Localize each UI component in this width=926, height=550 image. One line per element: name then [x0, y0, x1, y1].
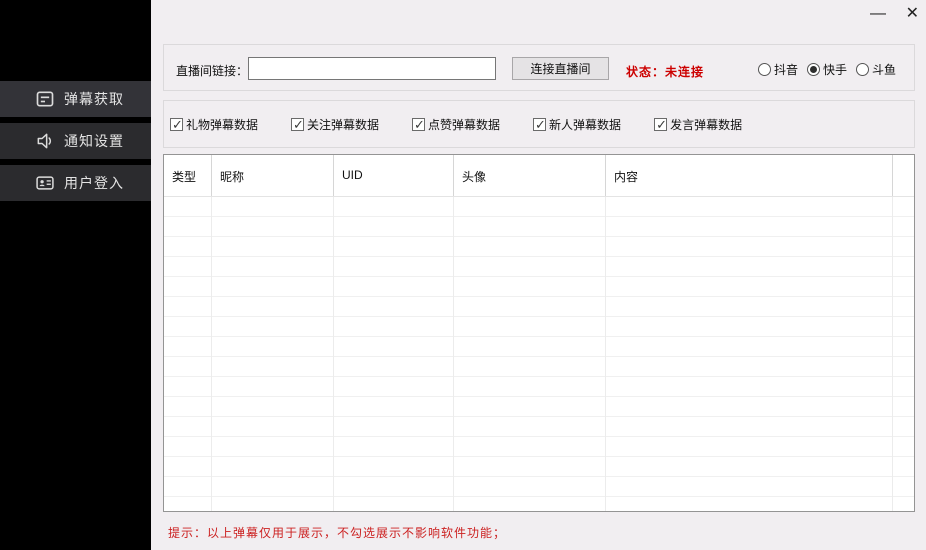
table-row	[164, 417, 914, 437]
table-row	[164, 237, 914, 257]
room-link-input[interactable]	[248, 57, 496, 80]
id-card-icon	[35, 173, 55, 193]
table-row	[164, 397, 914, 417]
close-button[interactable]: ✕	[906, 6, 919, 22]
filter-label: 新人弹幕数据	[549, 116, 621, 133]
speaker-icon	[35, 131, 55, 151]
column-divider	[892, 197, 893, 511]
platform-option-kuaishou[interactable]: 快手	[807, 61, 847, 78]
filter-label: 点赞弹幕数据	[428, 116, 500, 133]
sidebar-item-label: 弹幕获取	[64, 89, 124, 109]
sidebar-item-danmaku-capture[interactable]: 弹幕获取	[0, 81, 151, 117]
column-divider	[605, 197, 606, 511]
hint-text: 提示：以上弹幕仅用于展示，不勾选展示不影响软件功能；	[168, 524, 506, 541]
table-row	[164, 257, 914, 277]
column-header-filler	[893, 155, 914, 196]
column-divider	[333, 197, 334, 511]
platform-label: 抖音	[774, 61, 798, 78]
table-row	[164, 297, 914, 317]
sidebar-item-user-login[interactable]: 用户登入	[0, 165, 151, 201]
danmaku-table: 类型 昵称 UID 头像 内容	[163, 154, 915, 512]
radio-icon	[856, 63, 869, 76]
table-row	[164, 377, 914, 397]
checkbox-icon	[291, 118, 304, 131]
table-row	[164, 337, 914, 357]
column-header-uid[interactable]: UID	[334, 155, 454, 196]
column-divider	[211, 197, 212, 511]
table-row	[164, 497, 914, 511]
table-row	[164, 197, 914, 217]
filter-label: 发言弹幕数据	[670, 116, 742, 133]
main-area: — ✕ 直播间链接： 连接直播间 状态：未连接 抖音 快手 斗鱼	[151, 0, 926, 550]
connection-panel: 直播间链接： 连接直播间 状态：未连接 抖音 快手 斗鱼	[163, 44, 915, 91]
filter-option-newcomer[interactable]: 新人弹幕数据	[533, 116, 621, 133]
table-header-row: 类型 昵称 UID 头像 内容	[164, 155, 914, 197]
table-row	[164, 477, 914, 497]
filter-option-chat[interactable]: 发言弹幕数据	[654, 116, 742, 133]
connect-room-button[interactable]: 连接直播间	[512, 57, 609, 80]
sidebar-item-notification-settings[interactable]: 通知设置	[0, 123, 151, 159]
checkbox-icon	[412, 118, 425, 131]
connection-status: 状态：未连接	[626, 63, 704, 80]
filter-label: 关注弹幕数据	[307, 116, 379, 133]
room-link-label: 直播间链接：	[176, 62, 248, 79]
table-row	[164, 437, 914, 457]
filter-option-gift[interactable]: 礼物弹幕数据	[170, 116, 258, 133]
minimize-button[interactable]: —	[870, 6, 886, 22]
platform-radio-group: 抖音 快手 斗鱼	[758, 61, 896, 78]
app-window: 弹幕获取 通知设置 用户登入	[0, 0, 926, 550]
radio-icon	[758, 63, 771, 76]
table-body	[164, 197, 914, 511]
table-row	[164, 317, 914, 337]
column-header-avatar[interactable]: 头像	[454, 155, 606, 196]
sidebar-item-label: 用户登入	[64, 173, 124, 193]
platform-option-douyu[interactable]: 斗鱼	[856, 61, 896, 78]
platform-label: 快手	[823, 61, 847, 78]
column-divider	[453, 197, 454, 511]
titlebar: — ✕	[151, 0, 926, 30]
checkbox-icon	[533, 118, 546, 131]
filter-label: 礼物弹幕数据	[186, 116, 258, 133]
checkbox-icon	[654, 118, 667, 131]
column-header-type[interactable]: 类型	[164, 155, 212, 196]
table-row	[164, 457, 914, 477]
sidebar: 弹幕获取 通知设置 用户登入	[0, 0, 151, 550]
filter-option-follow[interactable]: 关注弹幕数据	[291, 116, 379, 133]
danmaku-list-icon	[35, 89, 55, 109]
filter-option-like[interactable]: 点赞弹幕数据	[412, 116, 500, 133]
platform-option-douyin[interactable]: 抖音	[758, 61, 798, 78]
danmaku-filter-panel: 礼物弹幕数据 关注弹幕数据 点赞弹幕数据 新人弹幕数据 发言弹幕数据	[163, 100, 915, 148]
checkbox-icon	[170, 118, 183, 131]
column-header-content[interactable]: 内容	[606, 155, 893, 196]
table-row	[164, 357, 914, 377]
table-row	[164, 217, 914, 237]
platform-label: 斗鱼	[872, 61, 896, 78]
column-header-nickname[interactable]: 昵称	[212, 155, 334, 196]
sidebar-item-label: 通知设置	[64, 131, 124, 151]
table-row	[164, 277, 914, 297]
radio-icon	[807, 63, 820, 76]
